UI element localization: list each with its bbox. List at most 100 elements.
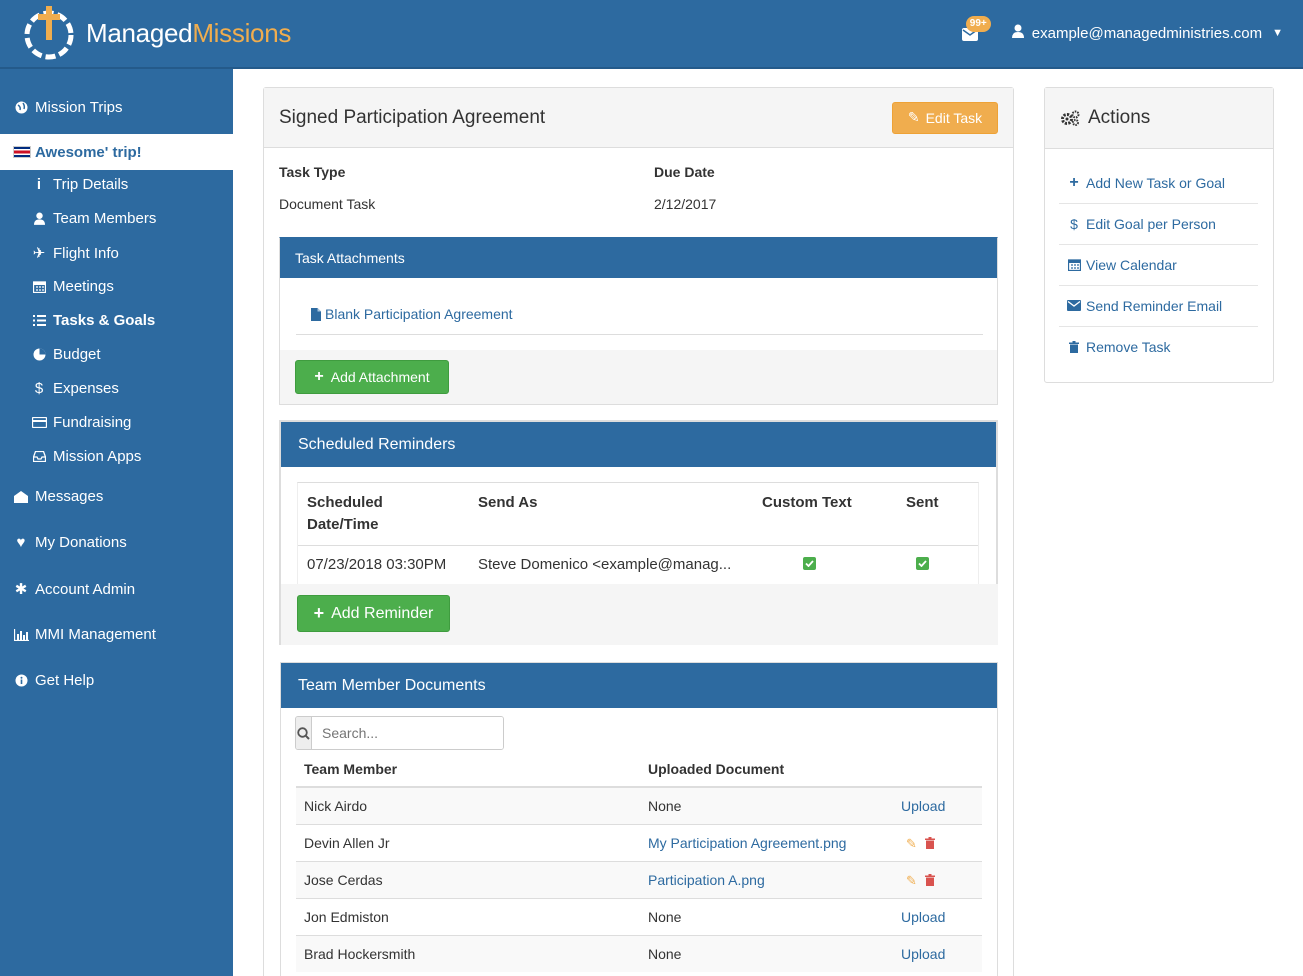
envelope-open-icon	[13, 490, 29, 503]
table-row: Brad Hockersmith None Upload	[296, 935, 982, 972]
divider	[296, 334, 983, 335]
col-scheduled: Scheduled	[307, 494, 383, 511]
plus-icon: +	[314, 368, 324, 385]
document-link[interactable]: My Participation Agreement.png	[648, 835, 846, 851]
sidebar-item-fundraising[interactable]: Fundraising	[0, 414, 233, 431]
actions-title: Actions	[1088, 107, 1151, 128]
add-task-action[interactable]: + Add New Task or Goal	[1059, 162, 1258, 203]
edit-task-button[interactable]: ✎ Edit Task	[892, 101, 998, 134]
gear-icon: ✱	[14, 581, 28, 598]
attachment-link[interactable]: Blank Participation Agreement	[311, 306, 513, 322]
sidebar-item-mission-apps[interactable]: Mission Apps	[0, 448, 233, 465]
info-icon: i	[36, 176, 42, 193]
logo[interactable]: ManagedMissions	[22, 4, 291, 62]
inbox-icon	[31, 451, 47, 462]
plane-icon: ✈	[32, 245, 46, 262]
info-circle-icon	[13, 674, 29, 687]
notification-badge: 99+	[965, 16, 991, 32]
attachments-header: Task Attachments	[280, 238, 997, 278]
sidebar-item-flight-info[interactable]: ✈ Flight Info	[0, 244, 233, 263]
sidebar-item-mission-trips[interactable]: Mission Trips	[0, 99, 233, 116]
col-sent: Sent	[906, 494, 939, 511]
col-team-member: Team Member	[304, 761, 398, 777]
reminder-send-as: Steve Domenico <example@manag...	[478, 556, 732, 573]
sidebar-item-budget[interactable]: Budget	[0, 346, 233, 363]
col-uploaded-document: Uploaded Document	[648, 761, 785, 777]
sidebar-item-mmi-management[interactable]: MMI Management	[0, 626, 233, 643]
pencil-icon[interactable]: ✎	[906, 836, 917, 852]
pie-chart-icon	[31, 348, 47, 361]
search-icon	[296, 717, 312, 749]
due-date-value: 2/12/2017	[654, 196, 717, 212]
sidebar-item-trip-details[interactable]: i Trip Details	[0, 176, 233, 193]
remove-task-action[interactable]: Remove Task	[1059, 326, 1258, 367]
sidebar-item-account-admin[interactable]: ✱ Account Admin	[0, 580, 233, 599]
sidebar: Mission Trips Awesome' trip! i Trip Deta…	[0, 69, 233, 976]
dollar-icon: $	[1070, 215, 1078, 232]
file-icon	[311, 307, 321, 321]
sidebar-item-get-help[interactable]: Get Help	[0, 672, 233, 689]
sidebar-item-active-trip[interactable]: Awesome' trip!	[0, 134, 233, 170]
task-panel-header: Signed Participation Agreement ✎ Edit Ta…	[264, 88, 1013, 148]
col-send-as: Send As	[478, 494, 538, 511]
view-calendar-action[interactable]: View Calendar	[1059, 244, 1258, 285]
bar-chart-icon	[13, 628, 29, 641]
sidebar-item-expenses[interactable]: $ Expenses	[0, 380, 233, 397]
table-row: Nick Airdo None Upload	[296, 787, 982, 824]
gears-icon	[1060, 110, 1080, 126]
upload-link[interactable]: Upload	[901, 909, 945, 925]
sent-check-icon	[916, 557, 929, 570]
actions-header: Actions	[1045, 88, 1273, 149]
globe-icon	[13, 101, 29, 114]
col-datetime: Date/Time	[307, 516, 379, 533]
col-custom-text: Custom Text	[762, 494, 852, 511]
documents-header: Team Member Documents	[281, 663, 997, 708]
logo-text: ManagedMissions	[86, 17, 292, 48]
due-date-label: Due Date	[654, 164, 715, 180]
trash-icon[interactable]	[924, 836, 935, 852]
task-type-label: Task Type	[279, 164, 346, 180]
sidebar-item-meetings[interactable]: Meetings	[0, 278, 233, 295]
sidebar-item-messages[interactable]: Messages	[0, 488, 233, 505]
caret-down-icon[interactable]: ▼	[1272, 27, 1283, 39]
table-row: Devin Allen Jr My Participation Agreemen…	[296, 824, 982, 861]
calendar-icon	[1067, 258, 1081, 271]
envelope-icon	[1067, 300, 1081, 311]
task-type-value: Document Task	[279, 196, 376, 212]
calendar-icon	[31, 280, 47, 293]
custom-text-check-icon	[803, 557, 816, 570]
upload-link[interactable]: Upload	[901, 798, 945, 814]
upload-link[interactable]: Upload	[901, 946, 945, 962]
pencil-icon[interactable]: ✎	[906, 873, 917, 889]
table-row: Jon Edmiston None Upload	[296, 898, 982, 935]
user-menu[interactable]: example@managedministries.com	[1032, 25, 1262, 42]
pencil-icon: ✎	[907, 109, 920, 125]
sidebar-item-tasks-goals[interactable]: Tasks & Goals	[0, 312, 233, 329]
sidebar-item-team-members[interactable]: Team Members	[0, 210, 233, 227]
top-navbar: ManagedMissions 99+ example@managedminis…	[0, 0, 1303, 69]
user-icon	[1011, 24, 1024, 42]
costa-rica-flag-icon	[13, 146, 31, 158]
add-attachment-button[interactable]: + Add Attachment	[295, 360, 449, 394]
add-reminder-button[interactable]: + Add Reminder	[297, 595, 450, 632]
credit-card-icon	[31, 417, 47, 428]
heart-icon: ♥	[16, 534, 26, 551]
sidebar-item-my-donations[interactable]: ♥ My Donations	[0, 534, 233, 551]
table-divider	[298, 545, 978, 546]
edit-goal-action[interactable]: $ Edit Goal per Person	[1059, 203, 1258, 244]
document-link[interactable]: Participation A.png	[648, 872, 765, 888]
reminder-datetime: 07/23/2018 03:30PM	[307, 556, 447, 573]
table-row: Jose Cerdas Participation A.png ✎	[296, 861, 982, 898]
messages-button[interactable]: 99+	[961, 16, 991, 46]
search-input[interactable]	[312, 717, 503, 749]
trash-icon[interactable]	[924, 873, 935, 889]
reminders-header: Scheduled Reminders	[281, 422, 996, 467]
search-field[interactable]	[295, 716, 504, 750]
trash-icon	[1067, 340, 1081, 353]
page-title: Signed Participation Agreement	[279, 106, 546, 128]
dollar-icon: $	[34, 380, 44, 397]
plus-icon: +	[1069, 173, 1079, 191]
send-reminder-action[interactable]: Send Reminder Email	[1059, 285, 1258, 326]
list-icon	[31, 315, 47, 326]
logo-cross-icon	[24, 6, 74, 60]
